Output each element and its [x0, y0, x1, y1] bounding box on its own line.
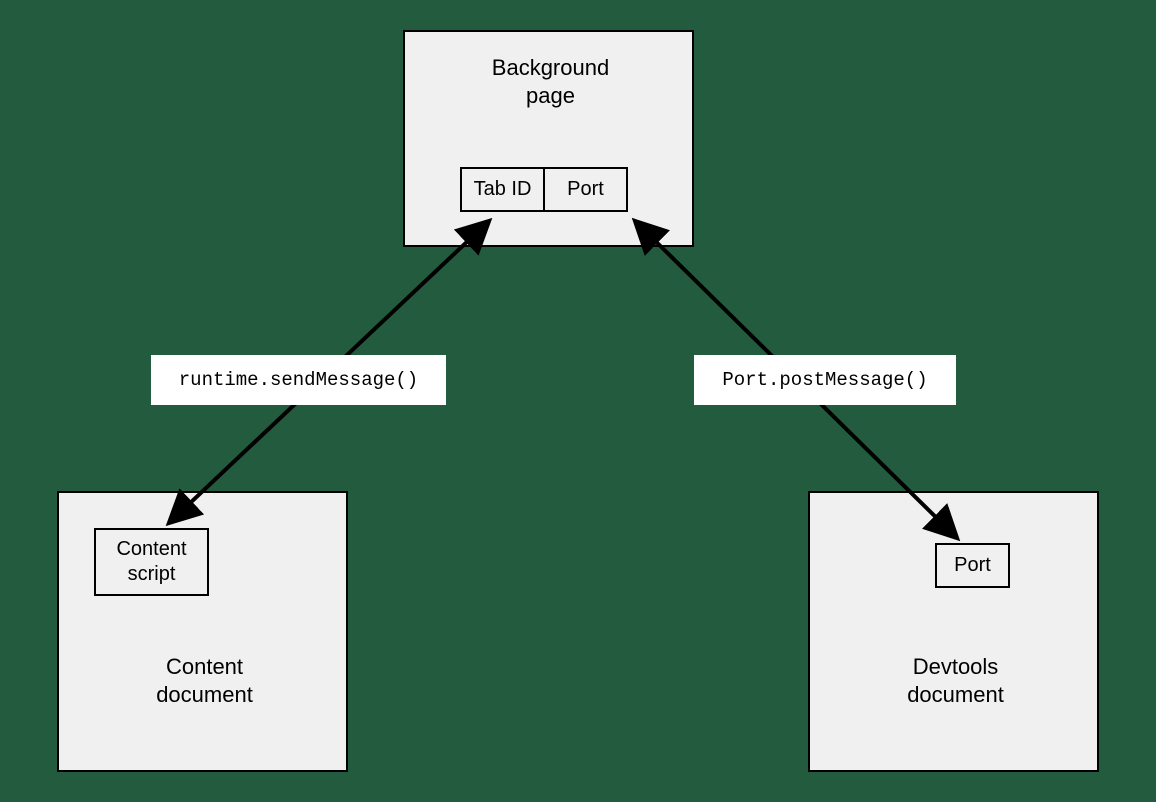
runtime-sendmessage-label: runtime.sendMessage()	[151, 355, 446, 405]
content-document-title: Content document	[59, 653, 350, 708]
port-postmessage-label: Port.postMessage()	[694, 355, 956, 405]
devtools-document-title: Devtools document	[810, 653, 1101, 708]
tab-id-cell: Tab ID	[460, 167, 545, 212]
background-page-box: Background page Tab ID Port	[403, 30, 694, 247]
devtools-document-box: Port Devtools document	[808, 491, 1099, 772]
content-script-cell: Content script	[94, 528, 209, 596]
background-page-title: Background page	[405, 54, 696, 109]
content-document-box: Content script Content document	[57, 491, 348, 772]
devtools-port-cell: Port	[935, 543, 1010, 588]
port-cell: Port	[543, 167, 628, 212]
